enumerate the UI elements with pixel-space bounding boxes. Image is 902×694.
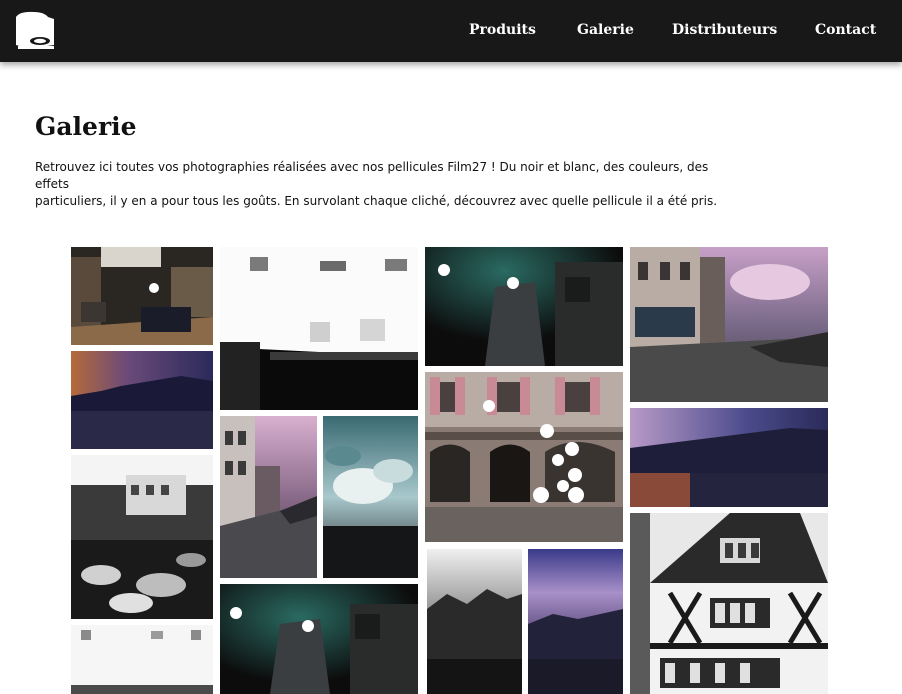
gallery-photo-purple-sky-town[interactable] (528, 549, 623, 694)
gallery-photo-overexposed-office[interactable] (220, 247, 418, 410)
gallery-photo-dark-corridor-2[interactable] (220, 584, 418, 694)
hover-dot (568, 468, 582, 482)
hover-dot (149, 283, 159, 293)
hover-dot (230, 607, 242, 619)
hover-dot (533, 487, 549, 503)
hover-dot (483, 400, 495, 412)
gallery-photo-parking-cars[interactable] (71, 455, 213, 619)
hover-dot (438, 264, 450, 276)
gallery-photo-interior-room[interactable] (71, 247, 213, 345)
hover-dot (302, 620, 314, 632)
gallery-photo-half-timbered-house[interactable] (630, 513, 828, 694)
nav-link-produits[interactable]: Produits (469, 22, 536, 38)
gallery-photo-street-pink-sky[interactable] (220, 416, 317, 578)
nav-link-galerie[interactable]: Galerie (577, 22, 634, 38)
hover-dot (557, 480, 569, 492)
hover-dot (552, 454, 564, 466)
gallery-photo-street-purple-sky[interactable] (630, 247, 828, 402)
gallery-photo-bw-trees[interactable] (427, 549, 522, 694)
gallery-photo-town-facade[interactable] (425, 372, 623, 542)
gallery-photo-sunset-town[interactable] (71, 351, 213, 449)
hover-dot (507, 277, 519, 289)
hover-dot (568, 487, 584, 503)
nav-link-contact[interactable]: Contact (815, 22, 876, 38)
gallery-photo-overexposed-office-2[interactable] (71, 625, 213, 694)
hover-dot (565, 442, 579, 456)
photo-gallery (0, 0, 902, 694)
site-header: Produits Galerie Distributeurs Contact (0, 0, 902, 62)
hover-dot (540, 424, 554, 438)
gallery-photo-dusk-town[interactable] (630, 408, 828, 507)
film27-logo-icon[interactable] (14, 11, 58, 51)
gallery-photo-teal-clouds[interactable] (323, 416, 418, 578)
nav-link-distributeurs[interactable]: Distributeurs (672, 22, 777, 38)
gallery-photo-dark-corridor[interactable] (425, 247, 623, 366)
